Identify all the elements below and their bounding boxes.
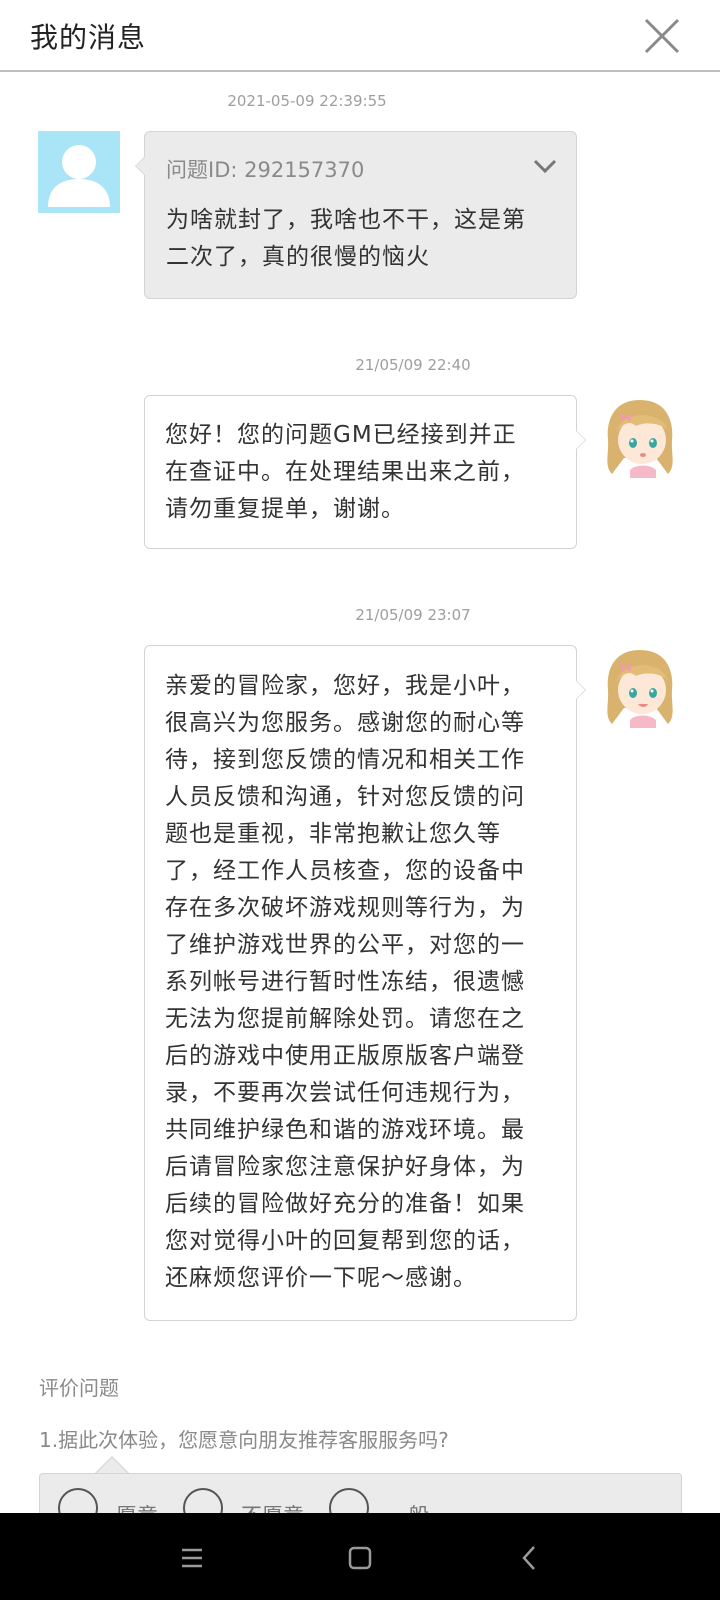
radio-button[interactable] <box>58 1488 98 1513</box>
radio-button[interactable] <box>329 1488 369 1513</box>
option-neutral[interactable]: 一般 <box>329 1488 429 1513</box>
gm-message-bubble: 您好！您的问题GM已经接到并正 在查证中。在处理结果出来之前， 请勿重复提单，谢… <box>144 395 586 549</box>
message-timestamp: 21/05/09 23:07 <box>355 606 471 624</box>
gm-avatar <box>600 396 680 478</box>
option-label: 一般 <box>387 1500 429 1513</box>
message-text: 您好！您的问题GM已经接到并正 在查证中。在处理结果出来之前， 请勿重复提单，谢… <box>165 422 525 522</box>
evaluation-question: 1.据此次体验，您愿意向朋友推荐客服服务吗? <box>39 1428 449 1452</box>
page-title: 我的消息 <box>30 21 147 54</box>
radio-button[interactable] <box>183 1488 223 1513</box>
user-avatar <box>38 131 120 213</box>
evaluation-title: 评价问题 <box>39 1376 119 1400</box>
gm-avatar <box>600 646 680 728</box>
home-square-icon <box>348 1546 372 1570</box>
option-label: 不愿意 <box>241 1500 304 1513</box>
message-timestamp: 21/05/09 22:40 <box>355 356 471 374</box>
nav-back-button[interactable] <box>515 1543 545 1573</box>
evaluation-options: 愿意 不愿意 一般 <box>39 1473 682 1513</box>
gm-message-bubble: 亲爱的冒险家，您好，我是小叶， 很高兴为您服务。感谢您的耐心等 待，接到您反馈的… <box>144 645 586 1321</box>
option-unwilling[interactable]: 不愿意 <box>183 1488 304 1513</box>
nav-home-button[interactable] <box>345 1543 375 1573</box>
expand-button[interactable] <box>532 156 558 176</box>
anime-girl-avatar-icon <box>607 650 673 728</box>
option-label: 愿意 <box>116 1500 158 1513</box>
ticket-id: 问题ID: 292157370 <box>166 158 365 182</box>
default-user-icon <box>48 145 110 207</box>
message-text: 为啥就封了，我啥也不干，这是第 二次了，真的很慢的恼火 <box>166 207 526 270</box>
chevron-down-icon <box>533 159 557 174</box>
message-text: 亲爱的冒险家，您好，我是小叶， 很高兴为您服务。感谢您的耐心等 待，接到您反馈的… <box>165 673 525 1291</box>
user-message-bubble: 问题ID: 292157370 为啥就封了，我啥也不干，这是第 二次了，真的很慢… <box>135 131 577 299</box>
nav-menu-button[interactable] <box>177 1543 207 1573</box>
option-willing[interactable]: 愿意 <box>58 1488 158 1513</box>
system-navigation-bar <box>0 1513 720 1600</box>
close-icon <box>644 18 680 54</box>
header-bar: 我的消息 <box>0 0 720 72</box>
menu-icon <box>182 1548 202 1568</box>
close-button[interactable] <box>642 16 682 56</box>
anime-girl-avatar-icon <box>607 400 673 478</box>
back-chevron-icon <box>522 1546 535 1570</box>
message-timestamp: 2021-05-09 22:39:55 <box>227 92 387 110</box>
